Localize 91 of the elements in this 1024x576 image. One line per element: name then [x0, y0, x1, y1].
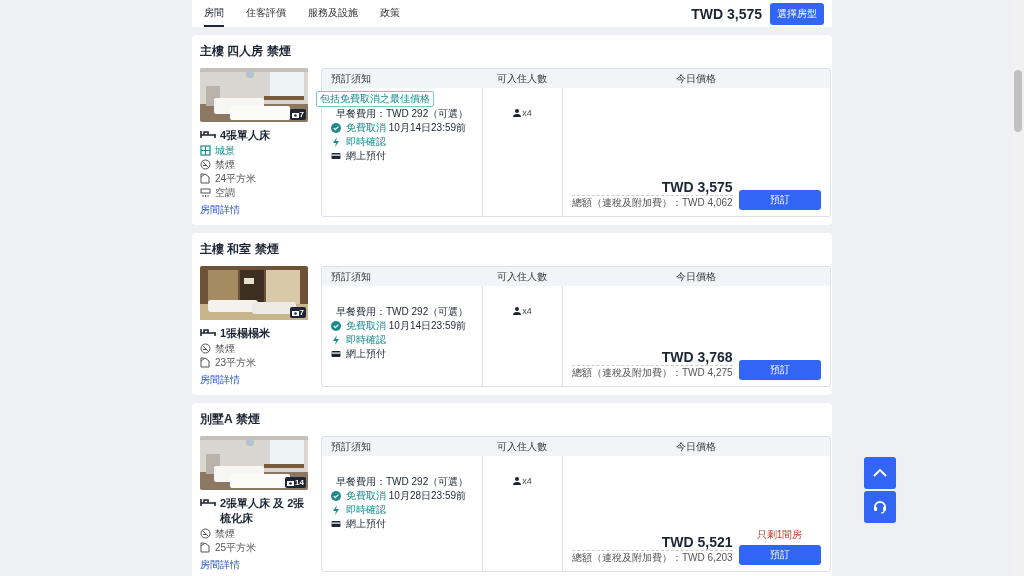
person-icon: [513, 307, 522, 315]
booking-condition: 網上預付: [346, 348, 386, 360]
bed-icon: [200, 129, 216, 139]
no-smoking-icon: [200, 343, 211, 354]
credit-card-icon: [331, 151, 341, 161]
bed-info: 4張單人床: [200, 128, 308, 143]
room-feature: 24平方米: [200, 172, 308, 185]
occupancy: x4: [513, 476, 532, 486]
area-icon: [200, 542, 211, 553]
room-details-link[interactable]: 房間詳情: [200, 203, 240, 217]
booking-condition: 免費取消 10月28日23:59前: [346, 490, 467, 502]
area-icon: [200, 357, 211, 368]
photo-count: 7: [289, 109, 306, 120]
room-feature: 空調: [200, 186, 308, 199]
lightning-icon: [331, 137, 341, 147]
book-button[interactable]: 預訂: [738, 190, 821, 210]
column-header: 預訂須知: [322, 437, 482, 456]
room-feature: 禁煙: [200, 158, 308, 171]
back-to-top-button[interactable]: [864, 457, 896, 489]
column-header: 可入住人數: [482, 69, 562, 88]
booking-condition: 網上預付: [346, 518, 386, 530]
air-conditioner-icon: [200, 187, 211, 198]
book-button[interactable]: 預訂: [738, 545, 821, 565]
column-header: 可入住人數: [482, 437, 562, 456]
column-header: 今日價格: [562, 437, 830, 456]
no-smoking-icon: [200, 528, 211, 539]
column-header: 可入住人數: [482, 267, 562, 286]
camera-icon: [291, 111, 299, 118]
room-title: 主樓 四人房 禁煙: [200, 43, 292, 60]
check-circle-icon: [331, 321, 341, 331]
window-icon: [200, 145, 211, 156]
booking-condition: 免費取消 10月14日23:59前: [346, 320, 467, 332]
room-feature: 25平方米: [200, 541, 308, 554]
rooms-left-notice: 只剩1間房: [756, 528, 803, 542]
header-price: TWD 3,575: [691, 5, 762, 22]
credit-card-icon: [331, 519, 341, 529]
check-circle-icon: [331, 123, 341, 133]
room-feature: 禁煙: [200, 342, 308, 355]
column-header: 今日價格: [562, 69, 830, 88]
chevron-up-icon: [873, 469, 887, 477]
tab[interactable]: 住客評價: [246, 0, 286, 27]
book-button[interactable]: 預訂: [738, 360, 821, 380]
booking-condition: 早餐費用：TWD 292（可選）: [336, 476, 469, 488]
booking-condition: 早餐費用：TWD 292（可選）: [336, 108, 469, 120]
booking-condition: 免費取消 10月14日23:59前: [346, 122, 467, 134]
occupancy: x4: [513, 108, 532, 118]
bed-icon: [200, 497, 216, 507]
best-price-badge: 包括免費取消之最佳價格: [316, 91, 434, 107]
area-icon: [200, 173, 211, 184]
camera-icon: [291, 309, 299, 316]
bed-info: 1張榻榻米: [200, 326, 308, 341]
room-feature: 禁煙: [200, 527, 308, 540]
select-room-button[interactable]: 選擇房型: [770, 2, 824, 25]
room-price: TWD 5,521: [661, 534, 733, 550]
room-details-link[interactable]: 房間詳情: [200, 373, 240, 387]
room-title: 主樓 和室 禁煙: [200, 241, 280, 258]
lightning-icon: [331, 505, 341, 515]
total-price: 總額（連稅及附加費）：TWD 4,062: [572, 195, 733, 210]
room-price: TWD 3,768: [661, 349, 733, 365]
tab[interactable]: 政策: [380, 0, 400, 27]
lightning-icon: [331, 335, 341, 345]
photo-count: 14: [285, 477, 306, 488]
room-price: TWD 3,575: [661, 179, 733, 195]
booking-condition: 早餐費用：TWD 292（可選）: [336, 306, 469, 318]
bed-icon: [200, 327, 216, 337]
no-smoking-icon: [200, 159, 211, 170]
room-feature: 城景: [200, 144, 308, 157]
booking-condition: 即時確認: [346, 504, 386, 516]
room-feature: 23平方米: [200, 356, 308, 369]
booking-condition: 網上預付: [346, 150, 386, 162]
room-title: 別墅A 禁煙: [200, 411, 261, 428]
photo-count: 7: [289, 307, 306, 318]
room-details-link[interactable]: 房間詳情: [200, 558, 240, 572]
total-price: 總額（連稅及附加費）：TWD 4,275: [572, 365, 733, 380]
tab[interactable]: 服務及設施: [308, 0, 358, 27]
total-price: 總額（連稅及附加費）：TWD 6,203: [572, 550, 733, 565]
tab[interactable]: 房間: [204, 0, 224, 27]
column-header: 預訂須知: [322, 69, 482, 88]
column-header: 今日價格: [562, 267, 830, 286]
occupancy: x4: [513, 306, 532, 316]
camera-icon: [287, 479, 295, 486]
column-header: 預訂須知: [322, 267, 482, 286]
support-button[interactable]: [864, 491, 896, 523]
check-circle-icon: [331, 491, 341, 501]
booking-condition: 即時確認: [346, 136, 386, 148]
bed-info: 2張單人床 及 2張梳化床: [200, 496, 308, 526]
credit-card-icon: [331, 349, 341, 359]
booking-condition: 即時確認: [346, 334, 386, 346]
person-icon: [513, 477, 522, 485]
headset-icon: [873, 500, 887, 514]
person-icon: [513, 109, 522, 117]
